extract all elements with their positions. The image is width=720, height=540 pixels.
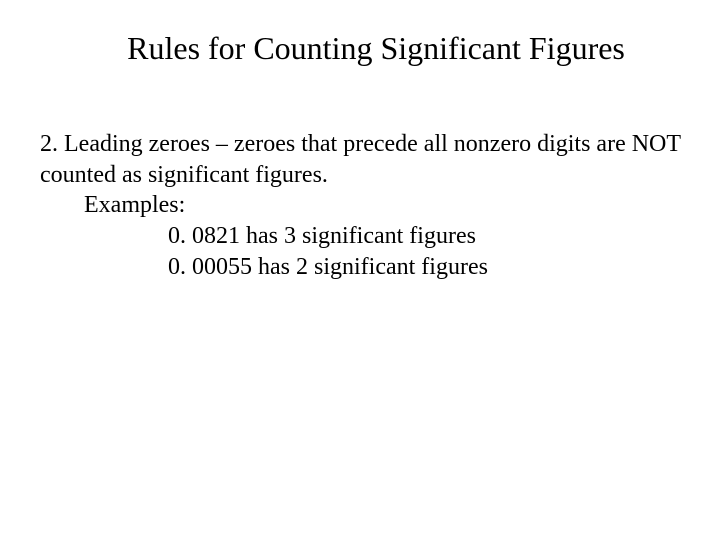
examples-label: Examples:	[84, 190, 684, 221]
example-line-2: 0. 00055 has 2 significant figures	[168, 252, 684, 283]
rule-body: 2. Leading zeroes – zeroes that precede …	[40, 129, 684, 190]
slide-title: Rules for Counting Significant Figures	[68, 30, 684, 67]
rule-description: Leading zeroes – zeroes that precede all…	[40, 131, 681, 188]
example-line-1: 0. 0821 has 3 significant figures	[168, 221, 684, 252]
slide: Rules for Counting Significant Figures 2…	[0, 0, 720, 540]
rule-number: 2.	[40, 131, 64, 157]
